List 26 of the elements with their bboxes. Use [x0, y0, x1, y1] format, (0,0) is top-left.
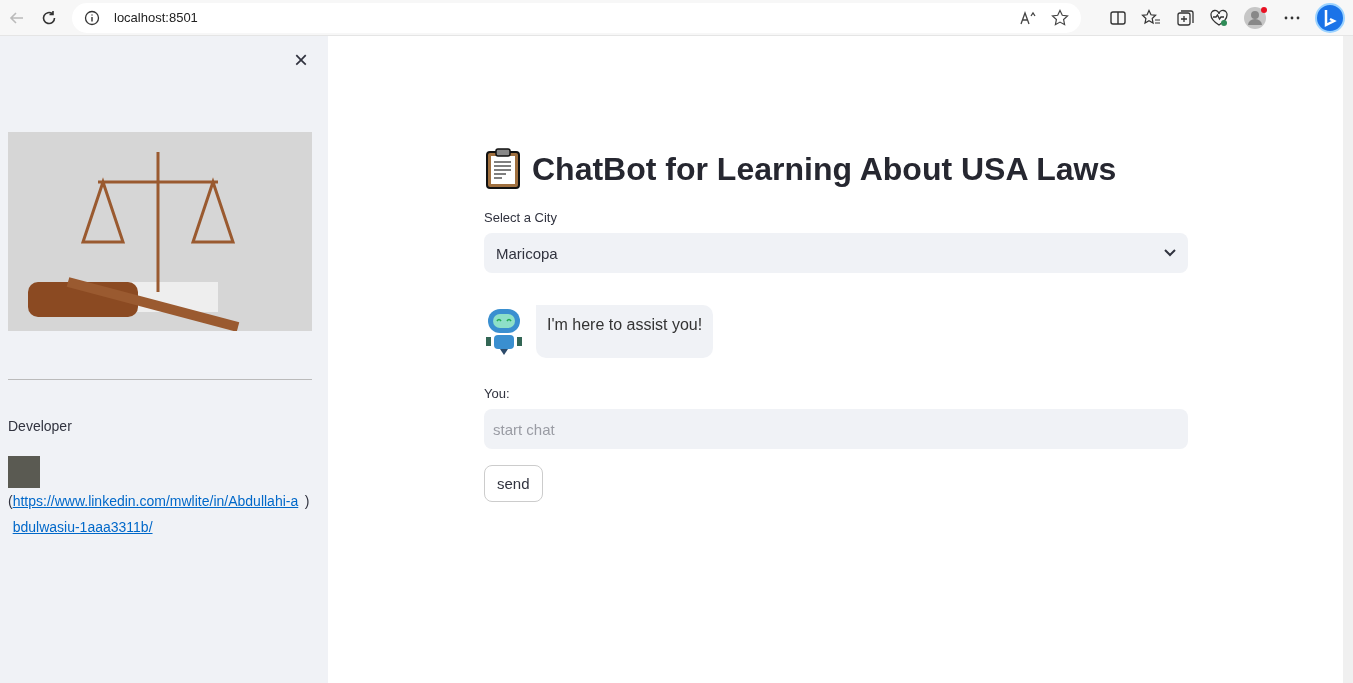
favorites-icon[interactable]	[1141, 8, 1161, 27]
info-icon[interactable]	[84, 9, 100, 26]
url-text: localhost:8501	[114, 10, 198, 25]
star-icon[interactable]	[1051, 8, 1069, 27]
read-aloud-icon[interactable]	[1019, 9, 1037, 26]
copilot-icon[interactable]	[1315, 2, 1345, 33]
you-label: You:	[484, 386, 511, 401]
heartbeat-icon[interactable]	[1209, 8, 1229, 27]
send-button[interactable]: send	[484, 465, 543, 502]
address-bar[interactable]: localhost:8501	[72, 2, 1081, 33]
developer-label: Developer	[8, 418, 73, 434]
city-label: Select a City	[484, 210, 558, 225]
page-title: ChatBot for Learning About USA Laws	[532, 150, 1117, 188]
chat-input-field[interactable]: start chat	[484, 409, 1188, 449]
profile-avatar-icon[interactable]	[1243, 5, 1269, 30]
bot-message: I'm here to assist you!	[536, 305, 714, 358]
avatar-placeholder	[8, 456, 40, 488]
linkedin-link[interactable]: https://www.linkedin.com/mwlite/in/Abdullahi-abdulwasiu-1aaa3311b/	[12, 488, 305, 540]
developer-link-text: (https://www.linkedin.com/mwlite/in/Abdullahi-abdulwasiu-1aaa3311b/ )	[8, 488, 312, 540]
close-button[interactable]: ×	[290, 50, 312, 70]
chevron-down-icon	[1164, 249, 1176, 257]
split-screen-icon[interactable]	[1109, 8, 1127, 27]
collections-icon[interactable]	[1175, 8, 1195, 27]
city-dropdown[interactable]: Maricopa	[484, 233, 1188, 273]
clipboard-icon	[484, 148, 522, 190]
reload-icon[interactable]	[40, 8, 58, 27]
